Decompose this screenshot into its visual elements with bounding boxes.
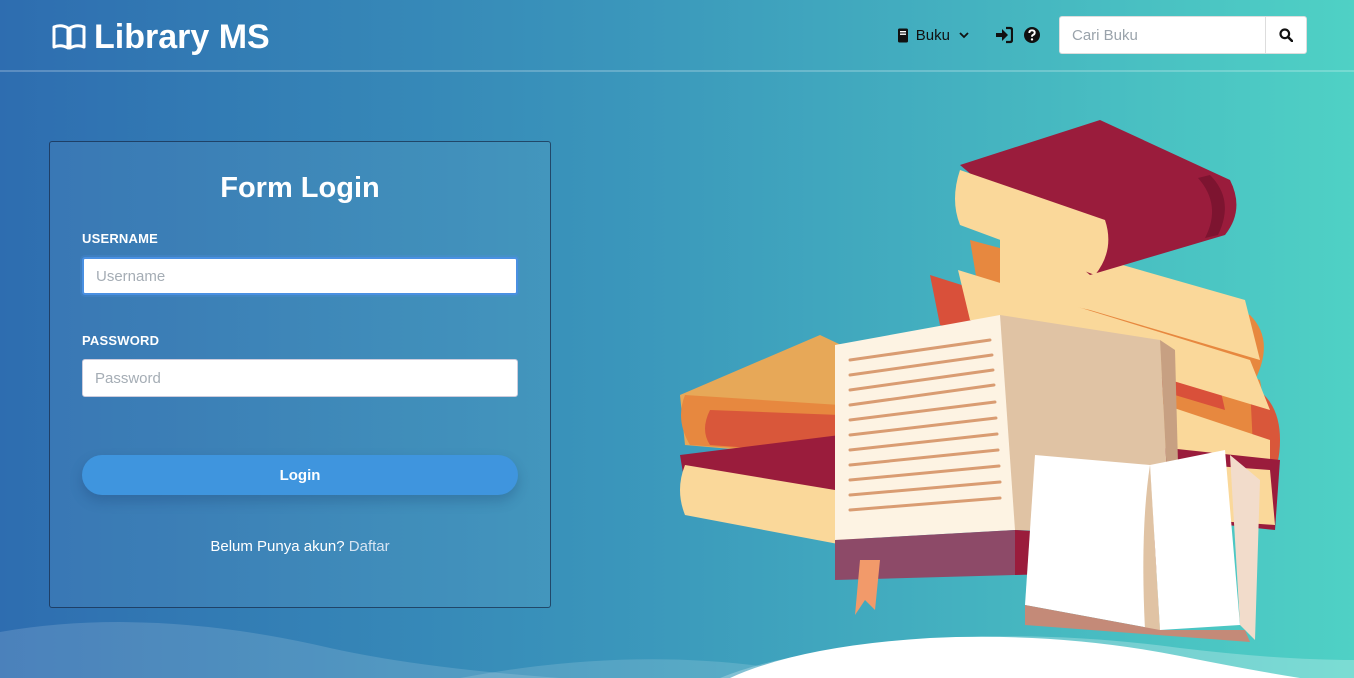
navbar-actions: Buku	[897, 16, 1307, 54]
search-button[interactable]	[1265, 16, 1307, 54]
books-dropdown-label: Buku	[915, 26, 950, 44]
brand-title: Library MS	[94, 17, 270, 56]
login-title: Form Login	[220, 172, 380, 204]
book-icon	[897, 28, 908, 42]
username-label: USERNAME	[82, 231, 158, 246]
search-input[interactable]	[1059, 16, 1265, 54]
password-input[interactable]	[82, 359, 518, 397]
navbar: Library MS Buku	[0, 0, 1354, 72]
books-dropdown[interactable]: Buku	[897, 27, 969, 44]
register-text: Belum Punya akun?	[210, 538, 345, 555]
books-illustration	[680, 120, 1280, 642]
question-circle-icon[interactable]	[1023, 26, 1041, 44]
username-input[interactable]	[82, 257, 518, 295]
sign-in-icon[interactable]	[995, 26, 1013, 44]
register-link[interactable]: Daftar	[349, 538, 390, 555]
brand-link[interactable]: Library MS	[52, 17, 270, 57]
open-book-icon	[52, 24, 86, 50]
search-icon	[1279, 28, 1293, 42]
login-button[interactable]: Login	[82, 455, 518, 495]
register-prompt: Belum Punya akun? Daftar	[50, 538, 550, 555]
chevron-down-icon	[959, 31, 969, 38]
login-card: Form Login USERNAME PASSWORD Login Belum…	[49, 141, 551, 608]
password-label: PASSWORD	[82, 333, 160, 348]
